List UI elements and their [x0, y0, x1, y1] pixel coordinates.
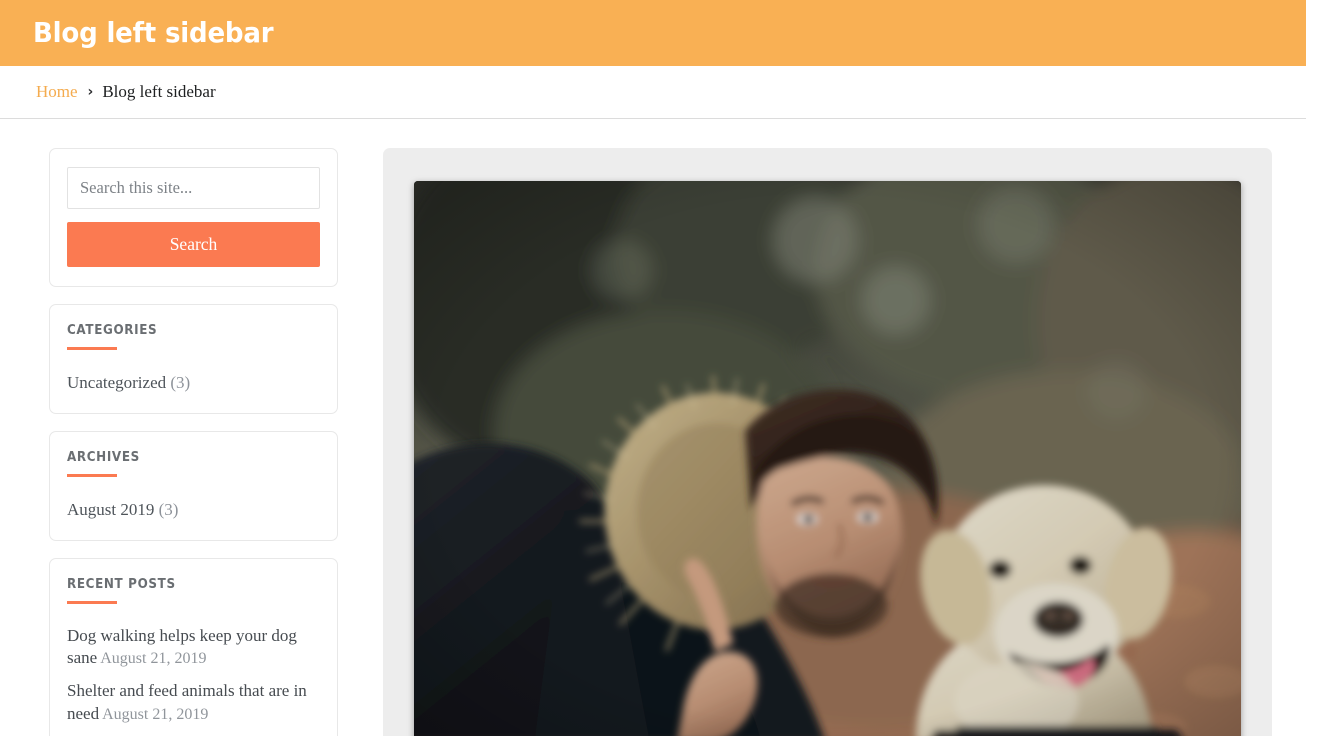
widget-accent-bar	[67, 473, 117, 477]
list-item: Shelter and feed animals that are in nee…	[67, 680, 320, 725]
page-header-banner: Blog left sidebar	[0, 0, 1306, 66]
recent-post-date: August 21, 2019	[102, 705, 209, 723]
breadcrumb-separator-icon: ›	[87, 84, 94, 100]
post-card	[383, 148, 1272, 736]
category-count: (3)	[170, 373, 191, 392]
sidebar: Search CATEGORIES Uncategorized (3) ARCH…	[49, 148, 338, 736]
dog-and-man-photo	[414, 181, 1241, 736]
widget-accent-bar	[67, 600, 117, 604]
widget-recent-posts: RECENT POSTS Dog walking helps keep your…	[49, 557, 338, 736]
recent-post-date: August 21, 2019	[100, 650, 207, 668]
browser-viewport: Blog left sidebar Home › Blog left sideb…	[0, 0, 1306, 736]
widget-accent-bar	[67, 347, 117, 350]
page-title: Blog left sidebar	[33, 16, 274, 49]
breadcrumb-current-page: Blog left sidebar	[102, 82, 216, 101]
breadcrumb-bar: Home › Blog left sidebar	[0, 66, 1306, 119]
breadcrumb: Home › Blog left sidebar	[36, 82, 216, 102]
page-layout: Search CATEGORIES Uncategorized (3) ARCH…	[0, 119, 1306, 736]
widget-search: Search	[49, 148, 338, 287]
archive-label: August 2019	[67, 499, 155, 519]
widget-title-recent-posts: RECENT POSTS	[67, 576, 176, 592]
archive-link-august-2019[interactable]: August 2019 (3)	[67, 498, 320, 522]
list-item: Dog walking helps keep your dog sane Augu…	[67, 625, 320, 670]
search-button[interactable]: Search	[67, 222, 320, 267]
breadcrumb-link-home[interactable]: Home	[36, 82, 78, 102]
widget-archives: ARCHIVES August 2019 (3)	[49, 430, 338, 541]
main-content	[383, 148, 1306, 736]
post-featured-image	[414, 181, 1241, 736]
widget-categories: CATEGORIES Uncategorized (3)	[49, 304, 338, 414]
category-link-uncategorized[interactable]: Uncategorized (3)	[67, 371, 320, 395]
page-root: Blog left sidebar Home › Blog left sideb…	[0, 0, 1321, 736]
archive-count: (3)	[158, 499, 179, 519]
widget-title-categories: CATEGORIES	[67, 323, 158, 338]
category-label: Uncategorized	[67, 373, 167, 392]
search-input[interactable]	[67, 167, 320, 209]
scrollbar-gutter[interactable]	[1306, 0, 1321, 736]
widget-title-archives: ARCHIVES	[67, 449, 140, 465]
